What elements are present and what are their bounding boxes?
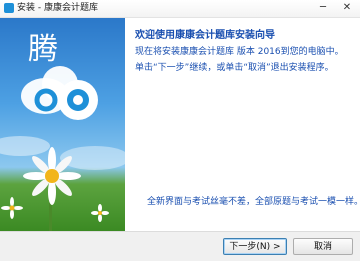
install-instruction: 单击“下一步”继续，或单击“取消”退出安装程序。	[135, 63, 334, 73]
app-icon	[4, 3, 14, 13]
button-bar: 下一步(N) > 取消	[0, 231, 360, 261]
cloud-logo-icon	[21, 66, 98, 120]
welcome-content: 欢迎使用康康会计题库安装向导 现在将安装康康会计题库 版本 2016到您的电脑中…	[125, 18, 360, 231]
minimize-button[interactable]: ─	[312, 0, 334, 16]
banner-artwork	[0, 66, 125, 231]
cancel-button[interactable]: 取消	[293, 238, 353, 255]
window-titlebar: 安装 - 康康会计题库 ─ ✕	[0, 0, 360, 18]
install-description: 现在将安装康康会计题库 版本 2016到您的电脑中。	[135, 47, 344, 57]
welcome-banner: 腾	[0, 18, 125, 231]
page-title: 欢迎使用康康会计题库安装向导	[135, 30, 275, 41]
window-title: 安装 - 康康会计题库	[17, 3, 98, 13]
next-button[interactable]: 下一步(N) >	[223, 238, 287, 255]
close-button[interactable]: ✕	[336, 0, 358, 16]
promo-note: 全新界面与考试丝毫不差，全部原题与考试一模一样。	[147, 197, 360, 207]
